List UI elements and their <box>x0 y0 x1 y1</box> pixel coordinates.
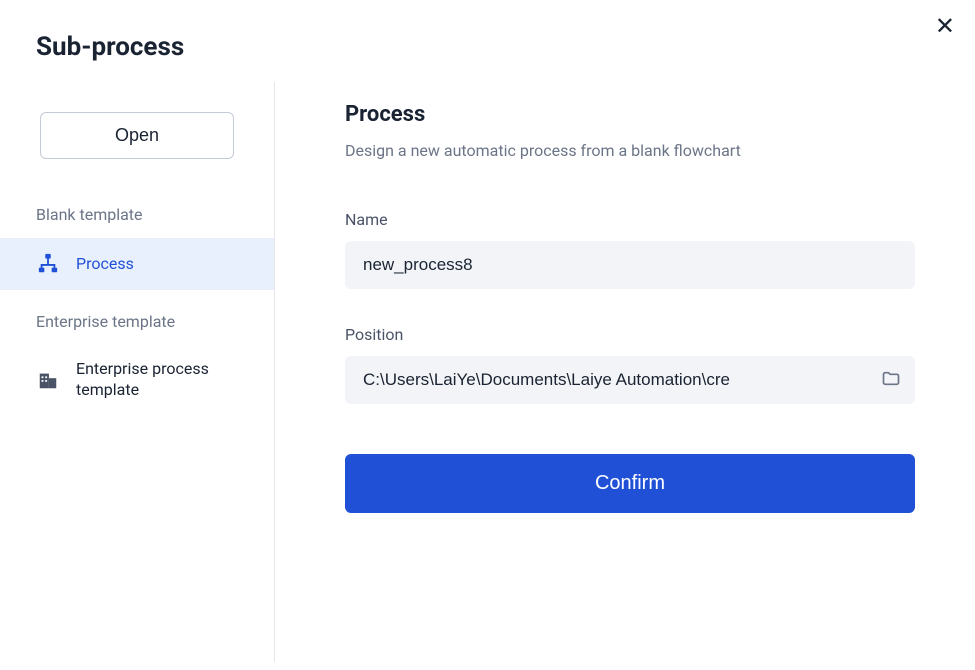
folder-icon <box>881 369 901 392</box>
open-button-label: Open <box>115 125 159 145</box>
sidebar-section-blank-label: Blank template <box>0 199 274 230</box>
sidebar-item-process[interactable]: Process <box>0 238 274 290</box>
dialog-title: Sub-process <box>0 0 975 82</box>
sidebar: Open Blank template Process Enterprise t… <box>0 82 275 662</box>
position-label: Position <box>345 325 915 344</box>
sidebar-section-enterprise-label: Enterprise template <box>0 306 274 337</box>
close-icon: ✕ <box>935 13 955 40</box>
confirm-button-label: Confirm <box>595 472 665 494</box>
position-input-wrapper <box>345 356 915 404</box>
sidebar-item-label: Process <box>76 254 134 275</box>
process-icon <box>36 252 60 276</box>
sidebar-item-enterprise[interactable]: Enterprise process template <box>0 345 274 415</box>
main-title: Process <box>345 102 915 127</box>
main-panel: Process Design a new automatic process f… <box>275 82 975 662</box>
open-button[interactable]: Open <box>40 112 234 159</box>
enterprise-icon <box>36 368 60 392</box>
browse-button[interactable] <box>881 369 901 392</box>
position-input[interactable] <box>345 356 915 404</box>
dialog-content: Open Blank template Process Enterprise t… <box>0 82 975 662</box>
confirm-button[interactable]: Confirm <box>345 454 915 513</box>
close-button[interactable]: ✕ <box>935 15 955 39</box>
name-label: Name <box>345 210 915 229</box>
main-subtitle: Design a new automatic process from a bl… <box>345 141 915 160</box>
sidebar-item-label: Enterprise process template <box>76 359 238 401</box>
name-input[interactable] <box>345 241 915 289</box>
